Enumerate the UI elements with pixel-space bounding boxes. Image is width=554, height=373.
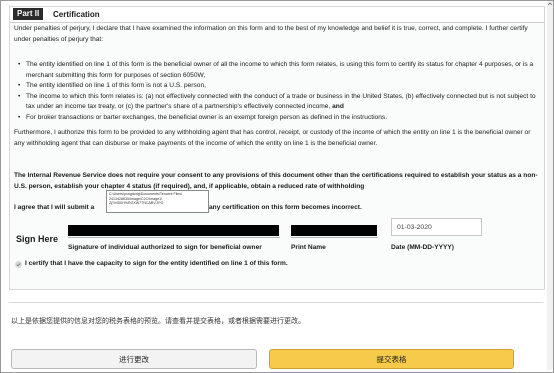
preview-note: 以上是依据您提供的信息对您的税务表格的预览。请查看并提交表格，或者根据需要进行更… bbox=[11, 318, 305, 325]
submit-form-button[interactable]: 提交表格 bbox=[269, 349, 514, 369]
vertical-scrollbar[interactable] bbox=[547, 1, 553, 370]
agree-text-end: any certification on this form becomes i… bbox=[209, 204, 362, 211]
part-badge: Part II bbox=[13, 8, 44, 20]
file-path-tooltip: C:\Users\yongdong\Documents\Tencent File… bbox=[106, 190, 209, 213]
date-field[interactable] bbox=[391, 218, 482, 236]
list-item: The entity identified on line 1 of this … bbox=[14, 60, 540, 81]
print-name-redaction[interactable] bbox=[291, 225, 377, 236]
divider bbox=[9, 302, 543, 303]
part-header: Part II Certification bbox=[10, 7, 544, 23]
irs-consent-text: The Internal Revenue Service does not re… bbox=[14, 172, 538, 190]
make-changes-button[interactable]: 进行更改 bbox=[11, 349, 257, 369]
print-name-label: Print Name bbox=[291, 244, 326, 251]
capacity-checkbox[interactable] bbox=[15, 261, 22, 268]
chevron-up-icon[interactable] bbox=[547, 1, 553, 7]
perjury-intro: Under penalties of perjury, I declare th… bbox=[14, 25, 528, 43]
signature-redaction[interactable] bbox=[68, 225, 279, 236]
signature-label: Signature of individual authorized to si… bbox=[68, 244, 262, 251]
certification-list: The entity identified on line 1 of this … bbox=[14, 60, 540, 124]
list-item: The income to which this form relates is… bbox=[14, 92, 540, 113]
checkmark-icon bbox=[16, 262, 21, 267]
date-label: Date (MM-DD-YYYY) bbox=[391, 244, 455, 251]
tooltip-line: Z{\%ID0H%RGXW7TNCABV.JPG bbox=[109, 201, 164, 206]
capacity-label: I certify that I have the capacity to si… bbox=[25, 260, 288, 267]
list-item: The entity identified on line 1 of this … bbox=[14, 81, 540, 92]
certification-panel: Part II Certification Under penalties of… bbox=[9, 6, 545, 290]
agree-text-start: I agree that I will submit a bbox=[14, 204, 95, 211]
part-title: Certification bbox=[53, 10, 100, 19]
print-name-line bbox=[291, 237, 378, 238]
signature-line bbox=[68, 237, 280, 238]
authorization-text: Furthermore, I authorize this form to be… bbox=[14, 129, 531, 147]
sign-here-label: Sign Here bbox=[16, 234, 59, 244]
list-item: For broker transactions or barter exchan… bbox=[14, 113, 540, 124]
